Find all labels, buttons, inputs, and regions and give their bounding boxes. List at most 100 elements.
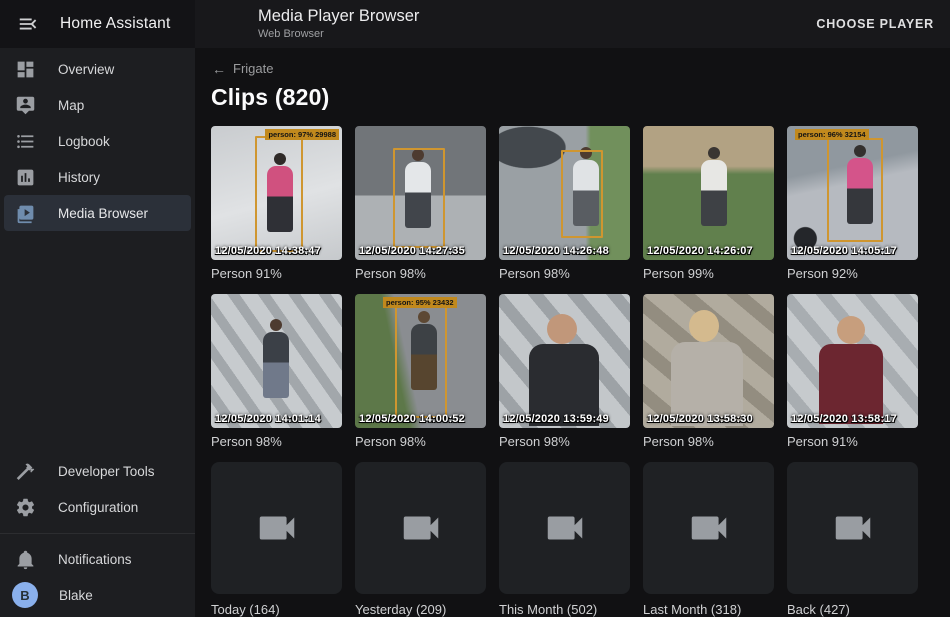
sidebar-item-label: Map [58,98,84,113]
folder-label: Back (427) [787,601,918,617]
clip-item[interactable]: 12/05/2020 14:26:07 Person 99% [643,126,774,282]
video-camera-icon [398,505,444,551]
sidebar-item-label: Notifications [58,552,132,567]
breadcrumb-back-link[interactable]: ← Frigate [195,60,273,77]
page-header-subtitle: Web Browser [258,28,419,41]
sidebar-item-label: History [58,170,100,185]
clip-label: Person 91% [211,265,342,282]
clip-timestamp: 12/05/2020 13:58:17 [791,413,897,425]
detection-tag: person: 95% 23432 [383,297,457,308]
video-camera-icon [542,505,588,551]
clip-thumbnail: person: 96% 32154 12/05/2020 14:05:17 [787,126,918,260]
clip-timestamp: 12/05/2020 14:27:35 [359,245,465,257]
video-camera-icon [686,505,732,551]
clip-timestamp: 12/05/2020 14:38:47 [215,245,321,257]
app-header: Home Assistant Media Player Browser Web … [0,0,950,48]
clip-thumbnail: 12/05/2020 13:58:30 [643,294,774,428]
sidebar-item-label: Overview [58,62,114,77]
folder-tile [787,462,918,594]
folder-item-this-month[interactable]: This Month (502) [499,462,630,617]
clip-timestamp: 12/05/2020 14:01:14 [215,413,321,425]
clip-label: Person 98% [643,433,774,450]
toolbar-titles: Media Player Browser Web Browser [258,7,419,41]
clip-label: Person 98% [355,433,486,450]
clip-item[interactable]: person: 97% 29988 12/05/2020 14:38:47 Pe… [211,126,342,282]
clip-thumbnail: 12/05/2020 13:59:49 [499,294,630,428]
clip-item[interactable]: 12/05/2020 13:59:49 Person 98% [499,294,630,450]
clip-item[interactable]: 12/05/2020 14:27:35 Person 98% [355,126,486,282]
sidebar-spacer [0,231,195,453]
clip-thumbnail: 12/05/2020 14:26:07 [643,126,774,260]
clip-thumbnail: person: 97% 29988 12/05/2020 14:38:47 [211,126,342,260]
app-title: Home Assistant [60,15,170,33]
person-bounding-box [393,148,445,248]
media-browser-content: ← Frigate Clips (820) person: 97% 29988 … [195,48,950,617]
bell-icon [15,549,36,570]
detection-tag: person: 96% 32154 [795,129,869,140]
page-header-title: Media Player Browser [258,7,419,26]
sidebar-item-label: Logbook [58,134,110,149]
sidebar-item-logbook[interactable]: Logbook [4,123,191,159]
play-box-multiple-icon [15,203,36,224]
breadcrumb-label: Frigate [233,61,273,76]
folder-label: This Month (502) [499,601,630,617]
hammer-icon [15,461,36,482]
clip-item[interactable]: 12/05/2020 14:26:48 Person 98% [499,126,630,282]
clip-thumbnail: 12/05/2020 14:26:48 [499,126,630,260]
clip-item[interactable]: person: 95% 23432 12/05/2020 14:00:52 Pe… [355,294,486,450]
person-bounding-box [561,150,603,238]
clip-label: Person 98% [211,433,342,450]
list-bulleted-icon [15,131,36,152]
clip-thumbnail: 12/05/2020 14:27:35 [355,126,486,260]
folder-label: Last Month (318) [643,601,774,617]
sidebar-item-configuration[interactable]: Configuration [4,489,191,525]
sidebar-item-profile[interactable]: B Blake [4,577,191,613]
clip-timestamp: 12/05/2020 14:26:48 [503,245,609,257]
folder-label: Today (164) [211,601,342,617]
chart-box-icon [15,167,36,188]
sidebar-item-developer-tools[interactable]: Developer Tools [4,453,191,489]
home-assistant-app: Home Assistant Media Player Browser Web … [0,0,950,617]
clip-thumbnail: 12/05/2020 13:58:17 [787,294,918,428]
folder-item-yesterday[interactable]: Yesterday (209) [355,462,486,617]
clip-timestamp: 12/05/2020 14:05:17 [791,245,897,257]
clip-timestamp: 12/05/2020 14:00:52 [359,413,465,425]
clip-item[interactable]: 12/05/2020 13:58:30 Person 98% [643,294,774,450]
folder-tile [499,462,630,594]
clip-item[interactable]: person: 96% 32154 12/05/2020 14:05:17 Pe… [787,126,918,282]
toolbar: Media Player Browser Web Browser CHOOSE … [195,0,950,48]
person-bounding-box [827,138,883,242]
arrow-left-icon: ← [212,61,226,77]
person-bounding-box [255,136,303,252]
sidebar-item-notifications[interactable]: Notifications [4,541,191,577]
clip-label: Person 92% [787,265,918,282]
clip-label: Person 91% [787,433,918,450]
user-name-label: Blake [59,588,93,603]
sidebar-item-label: Developer Tools [58,464,155,479]
sidebar-item-overview[interactable]: Overview [4,51,191,87]
clip-thumbnail: person: 95% 23432 12/05/2020 14:00:52 [355,294,486,428]
folder-item-today[interactable]: Today (164) [211,462,342,617]
clip-item[interactable]: 12/05/2020 13:58:17 Person 91% [787,294,918,450]
clip-label: Person 99% [643,265,774,282]
sidebar: Overview Map Logbook History [0,48,195,617]
sidebar-item-map[interactable]: Map [4,87,191,123]
sidebar-item-label: Configuration [58,500,138,515]
sidebar-item-label: Media Browser [58,206,148,221]
sidebar-item-history[interactable]: History [4,159,191,195]
clip-timestamp: 12/05/2020 13:59:49 [503,413,609,425]
folder-tile [643,462,774,594]
person-bounding-box [395,306,447,418]
choose-player-button[interactable]: CHOOSE PLAYER [810,9,940,39]
folder-item-back[interactable]: Back (427) [787,462,918,617]
page-title: Clips (820) [195,83,950,111]
clip-label: Person 98% [499,265,630,282]
menu-toggle-button[interactable] [14,10,42,38]
video-camera-icon [254,505,300,551]
sidebar-header: Home Assistant [0,0,195,48]
clip-item[interactable]: 12/05/2020 14:01:14 Person 98% [211,294,342,450]
sidebar-item-media-browser[interactable]: Media Browser [4,195,191,231]
clip-timestamp: 12/05/2020 14:26:07 [647,245,753,257]
clip-label: Person 98% [499,433,630,450]
folder-item-last-month[interactable]: Last Month (318) [643,462,774,617]
